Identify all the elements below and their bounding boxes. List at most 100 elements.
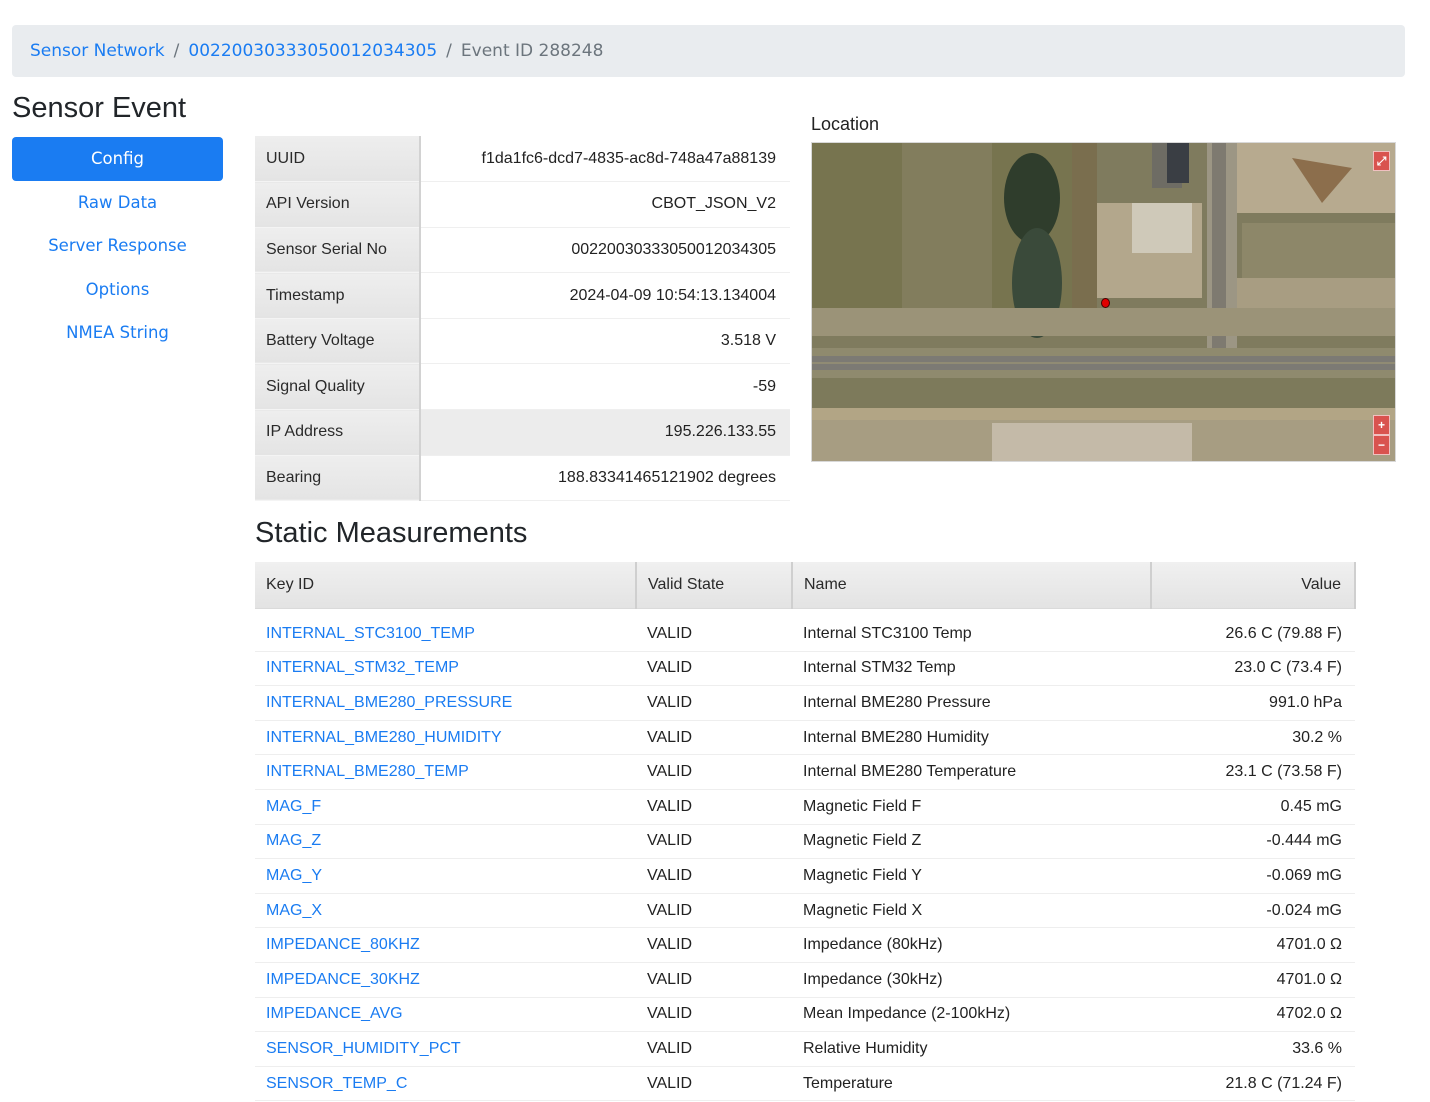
valid-state-cell: VALID xyxy=(636,651,792,687)
info-key: Signal Quality xyxy=(255,363,421,411)
value-cell: 33.6 % xyxy=(1151,1031,1355,1067)
key-id-cell: IMPEDANCE_80KHZ xyxy=(255,927,636,963)
key-id-link[interactable]: INTERNAL_BME280_PRESSURE xyxy=(266,694,512,711)
valid-state-cell: VALID xyxy=(636,1066,792,1102)
key-id-cell: INTERNAL_STM32_TEMP xyxy=(255,651,636,687)
key-id-link[interactable]: MAG_X xyxy=(266,902,322,919)
info-key: Sensor Serial No xyxy=(255,227,421,274)
breadcrumb-sensor-serial[interactable]: 00220030333050012034305 xyxy=(188,41,437,61)
valid-state-cell: VALID xyxy=(636,608,792,652)
value-cell: 991.0 hPa xyxy=(1151,685,1355,721)
key-id-link[interactable]: SENSOR_HUMIDITY_PCT xyxy=(266,1040,461,1057)
table-row: IMPEDANCE_AVG VALID Mean Impedance (2-100k… xyxy=(255,997,1355,1033)
key-id-cell: SENSOR_TEMP_C xyxy=(255,1066,636,1102)
table-row: INTERNAL_STM32_TEMP VALID Internal STM32 T… xyxy=(255,651,1355,687)
breadcrumb-separator: / xyxy=(173,41,180,61)
static-measurements-table: Key ID Valid State Name Value INTERNAL_S… xyxy=(255,562,1356,1102)
table-header-row: Key ID Valid State Name Value xyxy=(255,562,1356,609)
valid-state-cell: VALID xyxy=(636,720,792,756)
column-header-name[interactable]: Name xyxy=(792,562,1152,609)
valid-state-cell: VALID xyxy=(636,858,792,894)
value-cell: 26.6 C (79.88 F) xyxy=(1151,608,1355,652)
sidebar-item-options[interactable]: Options xyxy=(12,268,223,312)
key-id-cell: INTERNAL_STC3100_TEMP xyxy=(255,608,636,652)
zoom-in-button[interactable]: + xyxy=(1373,415,1390,435)
sidebar-item-raw-data[interactable]: Raw Data xyxy=(12,181,223,225)
key-id-link[interactable]: INTERNAL_STC3100_TEMP xyxy=(266,625,475,642)
info-value: 00220030333050012034305 xyxy=(420,227,790,274)
key-id-cell: MAG_Z xyxy=(255,824,636,860)
table-row: MAG_F VALID Magnetic Field F 0.45 mG xyxy=(255,789,1355,825)
sidebar-item-server-response[interactable]: Server Response xyxy=(12,224,223,268)
key-id-cell: IMPEDANCE_30KHZ xyxy=(255,962,636,998)
breadcrumb-separator: / xyxy=(446,41,452,61)
info-row-api-version: API Version CBOT_JSON_V2 xyxy=(255,181,790,228)
column-header-valid-state[interactable]: Valid State xyxy=(636,562,793,609)
key-id-link[interactable]: SENSOR_TEMP_C xyxy=(266,1075,407,1092)
sidebar-item-nmea-string[interactable]: NMEA String xyxy=(12,311,223,355)
info-key: UUID xyxy=(255,136,421,183)
key-id-cell: MAG_Y xyxy=(255,858,636,894)
info-value: 3.518 V xyxy=(420,318,790,365)
key-id-cell: INTERNAL_BME280_PRESSURE xyxy=(255,685,636,721)
valid-state-cell: VALID xyxy=(636,754,792,790)
key-id-link[interactable]: MAG_Z xyxy=(266,832,321,849)
fullscreen-button[interactable]: ⤢ xyxy=(1373,151,1390,171)
table-row: MAG_Y VALID Magnetic Field Y -0.069 mG xyxy=(255,858,1355,894)
table-row: MAG_Z VALID Magnetic Field Z -0.444 mG xyxy=(255,824,1355,860)
key-id-cell: MAG_X xyxy=(255,893,636,929)
valid-state-cell: VALID xyxy=(636,1031,792,1067)
value-cell: -0.024 mG xyxy=(1151,893,1355,929)
breadcrumb-current-event: Event ID 288248 xyxy=(460,41,604,61)
static-measurements-title: Static Measurements xyxy=(255,517,528,549)
value-cell: 30.2 % xyxy=(1151,720,1355,756)
key-id-link[interactable]: INTERNAL_BME280_TEMP xyxy=(266,763,469,780)
sidebar-nav: Config Raw Data Server Response Options … xyxy=(12,137,223,355)
info-key: Bearing xyxy=(255,455,421,502)
info-value: 2024-04-09 10:54:13.134004 xyxy=(420,272,790,319)
value-cell: 4701.0 Ω xyxy=(1151,927,1355,963)
value-cell: -0.444 mG xyxy=(1151,824,1355,860)
name-cell: Internal BME280 Humidity xyxy=(792,720,1151,756)
table-row: INTERNAL_BME280_PRESSURE VALID Internal BM… xyxy=(255,685,1355,721)
column-header-key-id[interactable]: Key ID xyxy=(255,562,637,609)
location-map[interactable]: ⤢ + − xyxy=(811,142,1396,462)
name-cell: Magnetic Field Y xyxy=(792,858,1151,894)
info-row-uuid: UUID f1da1fc6-dcd7-4835-ac8d-748a47a8813… xyxy=(255,136,790,183)
table-row: INTERNAL_BME280_HUMIDITY VALID Internal BM… xyxy=(255,720,1355,756)
column-header-value[interactable]: Value xyxy=(1151,562,1356,609)
sensor-location-marker[interactable] xyxy=(1101,298,1110,308)
valid-state-cell: VALID xyxy=(636,685,792,721)
location-label: Location xyxy=(811,114,880,134)
name-cell: Magnetic Field Z xyxy=(792,824,1151,860)
key-id-link[interactable]: IMPEDANCE_30KHZ xyxy=(266,971,420,988)
name-cell: Internal BME280 Temperature xyxy=(792,754,1151,790)
zoom-out-button[interactable]: − xyxy=(1373,435,1390,455)
valid-state-cell: VALID xyxy=(636,927,792,963)
valid-state-cell: VALID xyxy=(636,893,792,929)
valid-state-cell: VALID xyxy=(636,997,792,1033)
table-row: MAG_X VALID Magnetic Field X -0.024 mG xyxy=(255,893,1355,929)
info-value: 195.226.133.55 xyxy=(420,409,790,456)
name-cell: Internal STM32 Temp xyxy=(792,651,1151,687)
key-id-link[interactable]: MAG_F xyxy=(266,798,321,815)
table-row: SENSOR_TEMP_C VALID Temperature 21.8 C (71.… xyxy=(255,1066,1355,1102)
value-cell: 0.45 mG xyxy=(1151,789,1355,825)
sidebar-item-config[interactable]: Config xyxy=(12,137,223,181)
key-id-link[interactable]: INTERNAL_STM32_TEMP xyxy=(266,659,459,676)
key-id-link[interactable]: INTERNAL_BME280_HUMIDITY xyxy=(266,729,502,746)
key-id-link[interactable]: IMPEDANCE_AVG xyxy=(266,1005,403,1022)
value-cell: 23.1 C (73.58 F) xyxy=(1151,754,1355,790)
info-key: Battery Voltage xyxy=(255,318,421,365)
name-cell: Internal BME280 Pressure xyxy=(792,685,1151,721)
value-cell: 23.0 C (73.4 F) xyxy=(1151,651,1355,687)
key-id-link[interactable]: IMPEDANCE_80KHZ xyxy=(266,936,420,953)
table-row: INTERNAL_STC3100_TEMP VALID Internal STC31… xyxy=(255,608,1355,652)
key-id-link[interactable]: MAG_Y xyxy=(266,867,322,884)
info-key: API Version xyxy=(255,181,421,228)
info-row-signal-quality: Signal Quality -59 xyxy=(255,363,790,411)
info-value: 188.83341465121902 degrees xyxy=(420,455,790,502)
info-value: CBOT_JSON_V2 xyxy=(420,181,790,228)
name-cell: Mean Impedance (2-100kHz) xyxy=(792,997,1151,1033)
breadcrumb-sensor-network[interactable]: Sensor Network xyxy=(30,41,165,61)
